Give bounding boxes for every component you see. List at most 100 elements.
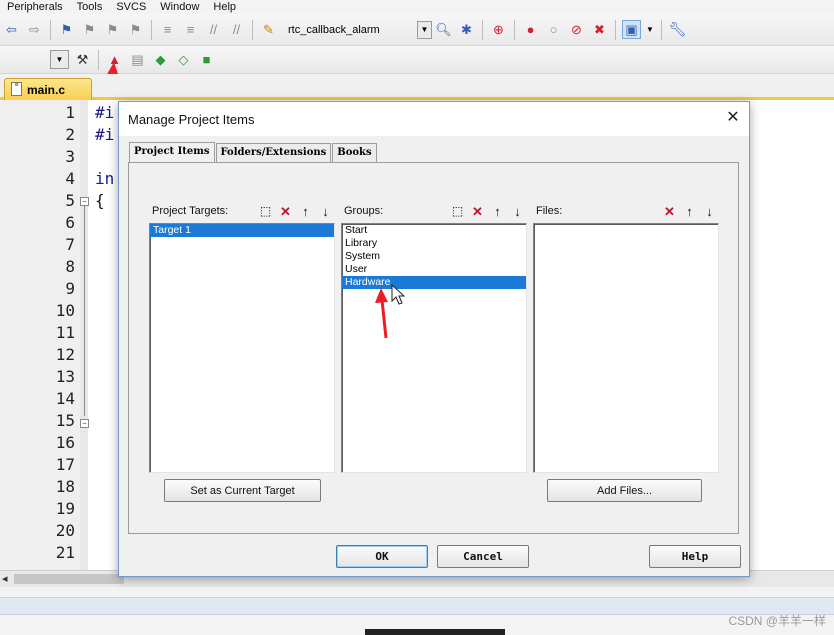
list-item-system[interactable]: System xyxy=(342,250,526,263)
delete-x-icon[interactable]: ✕ xyxy=(468,202,487,221)
toolbar-separator xyxy=(661,19,662,40)
manage-rte-icon[interactable]: ■ xyxy=(197,50,216,69)
delete-x-icon[interactable]: ✕ xyxy=(276,202,295,221)
manage-project-items-dialog: Manage Project Items ✕ Project Items Fol… xyxy=(118,101,750,577)
prev-bookmark-icon[interactable]: ⚑ xyxy=(80,20,99,39)
line-number: 19 xyxy=(55,499,75,518)
line-number-gutter: 1 2 3 4 5 6 7 8 9 10 11 12 13 14 15 16 1… xyxy=(0,100,85,570)
files-list[interactable] xyxy=(533,223,719,473)
delete-x-icon[interactable]: ✕ xyxy=(660,202,679,221)
breakpoint-icon[interactable]: ● xyxy=(521,20,540,39)
disable-all-breakpoints-icon[interactable]: ⊘ xyxy=(567,20,586,39)
menu-peripherals[interactable]: Peripherals xyxy=(0,1,70,13)
list-item-library[interactable]: Library xyxy=(342,237,526,250)
menu-svcs[interactable]: SVCS xyxy=(109,1,153,13)
tab-project-items[interactable]: Project Items xyxy=(129,142,215,163)
find-in-files-icon[interactable]: ✎ xyxy=(259,20,278,39)
toolbar-separator xyxy=(151,19,152,40)
dialog-tabs: Project Items Folders/Extensions Books xyxy=(129,142,378,163)
line-number: 13 xyxy=(55,367,75,386)
chevron-down-icon[interactable]: ▼ xyxy=(417,20,432,39)
move-down-icon[interactable]: ↓ xyxy=(700,202,719,221)
uncomment-icon[interactable]: // xyxy=(227,20,246,39)
cancel-button[interactable]: Cancel xyxy=(437,545,529,568)
groups-header: Groups: ⬚ ✕ ↑ ↓ xyxy=(341,200,527,222)
line-number: 15 xyxy=(55,411,75,430)
breakpoint-disabled-icon[interactable]: ○ xyxy=(544,20,563,39)
code-line: #i xyxy=(95,103,115,122)
configure-icon[interactable]: 🔧︎ xyxy=(668,20,687,39)
new-item-icon[interactable]: ⬚ xyxy=(256,202,275,221)
bookmark-icon[interactable]: ⚑ xyxy=(57,20,76,39)
indent-icon[interactable]: ≡ xyxy=(158,20,177,39)
incremental-find-icon[interactable]: ✱ xyxy=(457,20,476,39)
file-extensions-icon[interactable]: ▤ xyxy=(128,50,147,69)
arrow-right-icon[interactable]: ⇨ xyxy=(25,20,44,39)
tab-panel: Project Targets: ⬚ ✕ ↑ ↓ Target 1 Set as… xyxy=(128,162,739,534)
status-bar xyxy=(0,597,834,615)
arrow-left-icon[interactable]: ⇦ xyxy=(2,20,21,39)
scroll-thumb[interactable] xyxy=(14,574,124,584)
fold-line xyxy=(84,206,85,416)
scroll-left-icon[interactable]: ◂ xyxy=(2,572,14,586)
toolbar-separator xyxy=(615,19,616,40)
line-number: 10 xyxy=(55,301,75,320)
toolbar-separator xyxy=(482,19,483,40)
groups-label: Groups: xyxy=(344,205,384,217)
debug-session-icon[interactable]: ⊕ xyxy=(489,20,508,39)
tab-folders-extensions[interactable]: Folders/Extensions xyxy=(215,143,332,162)
line-number: 1 xyxy=(65,103,75,122)
tab-label: main.c xyxy=(27,82,66,97)
line-number: 8 xyxy=(65,257,75,276)
line-number: 4 xyxy=(65,169,75,188)
move-up-icon[interactable]: ↑ xyxy=(680,202,699,221)
pack-installer-icon[interactable]: ◇ xyxy=(174,50,193,69)
clear-bookmarks-icon[interactable]: ⚑ xyxy=(126,20,145,39)
annotation-arrow-groups xyxy=(375,288,388,339)
list-item-user[interactable]: User xyxy=(342,263,526,276)
line-number: 6 xyxy=(65,213,75,232)
add-files-button[interactable]: Add Files... xyxy=(547,479,702,502)
next-bookmark-icon[interactable]: ⚑ xyxy=(103,20,122,39)
target-selector[interactable]: rtc_callback_alarm ▼ xyxy=(282,20,432,40)
new-item-icon[interactable]: ⬚ xyxy=(448,202,467,221)
menu-window[interactable]: Window xyxy=(153,1,206,13)
list-item-start[interactable]: Start xyxy=(342,224,526,237)
line-number: 5 xyxy=(65,191,75,210)
groups-list[interactable]: Start Library System User Hardware xyxy=(341,223,527,473)
comment-icon[interactable]: // xyxy=(204,20,223,39)
line-number: 11 xyxy=(55,323,75,342)
dialog-title: Manage Project Items xyxy=(128,112,255,127)
tab-main-c[interactable]: ≡ main.c xyxy=(4,78,92,100)
targets-list[interactable]: Target 1 xyxy=(149,223,335,473)
dialog-title-bar: Manage Project Items ✕ xyxy=(119,102,749,136)
fold-toggle-icon[interactable]: − xyxy=(80,197,89,206)
unindent-icon[interactable]: ≡ xyxy=(181,20,200,39)
toolbar-separator xyxy=(514,19,515,40)
code-line: in xyxy=(95,169,115,188)
move-up-icon[interactable]: ↑ xyxy=(488,202,507,221)
help-button[interactable]: Help xyxy=(649,545,741,568)
chevron-down-icon[interactable]: ▼ xyxy=(645,20,655,39)
move-down-icon[interactable]: ↓ xyxy=(316,202,335,221)
menu-help[interactable]: Help xyxy=(206,1,243,13)
move-down-icon[interactable]: ↓ xyxy=(508,202,527,221)
find-icon[interactable]: 🔍︎ xyxy=(434,20,453,39)
toolbar-separator xyxy=(50,19,51,40)
targets-label: Project Targets: xyxy=(152,205,229,217)
ok-button[interactable]: OK xyxy=(336,545,428,568)
move-up-icon[interactable]: ↑ xyxy=(296,202,315,221)
files-label: Files: xyxy=(536,205,563,217)
fold-toggle-icon[interactable]: − xyxy=(80,419,89,428)
list-item-target-1[interactable]: Target 1 xyxy=(150,224,334,237)
list-item-hardware[interactable]: Hardware xyxy=(342,276,526,289)
options-dropdown-icon[interactable]: ▼ xyxy=(50,50,69,69)
window-layout-icon[interactable]: ▣ xyxy=(622,20,641,39)
kill-breakpoints-icon[interactable]: ✖ xyxy=(590,20,609,39)
menu-tools[interactable]: Tools xyxy=(70,1,110,13)
select-packs-icon[interactable]: ◆ xyxy=(151,50,170,69)
c-file-icon: ≡ xyxy=(11,82,22,96)
tab-books[interactable]: Books xyxy=(332,143,377,162)
close-icon[interactable]: ✕ xyxy=(721,107,745,129)
set-current-target-button[interactable]: Set as Current Target xyxy=(164,479,321,502)
